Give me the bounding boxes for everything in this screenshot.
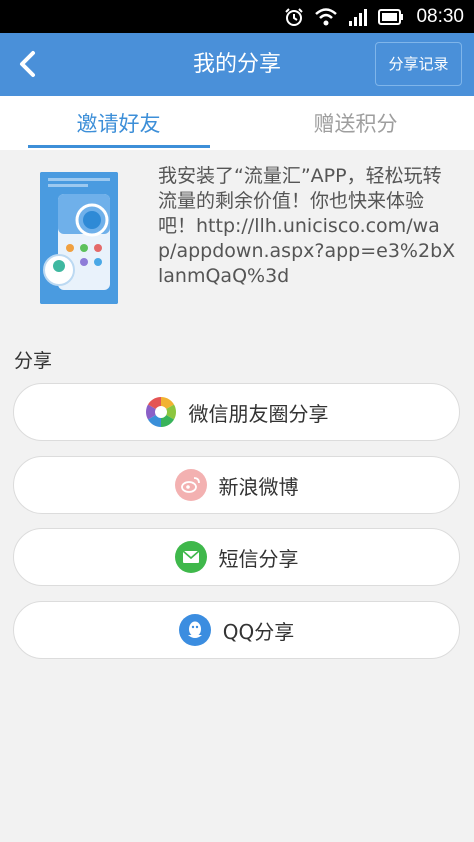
share-button-label: 新浪微博 xyxy=(218,474,299,499)
back-button[interactable] xyxy=(10,47,44,81)
share-section-label: 分享 xyxy=(14,350,53,372)
tab-gift-points[interactable]: 赠送积分 xyxy=(237,96,474,150)
share-history-button[interactable]: 分享记录 xyxy=(375,42,462,86)
sms-share-button[interactable]: 短信分享 xyxy=(13,528,460,586)
weibo-icon xyxy=(174,469,207,501)
chevron-left-icon xyxy=(20,51,35,77)
app-promo-image xyxy=(40,172,118,304)
wechat-moments-share-button[interactable]: 微信朋友圈分享 xyxy=(13,383,460,441)
share-button-label: QQ分享 xyxy=(222,619,295,644)
weibo-share-button[interactable]: 新浪微博 xyxy=(13,456,460,514)
tab-indicator xyxy=(28,145,210,148)
qq-share-button[interactable]: QQ分享 xyxy=(13,601,460,659)
sms-icon xyxy=(174,541,207,573)
share-button-label: 微信朋友圈分享 xyxy=(188,401,329,426)
wifi-icon xyxy=(315,7,338,25)
alarm-icon xyxy=(285,7,304,26)
tab-bar: 邀请好友 赠送积分 xyxy=(0,96,474,150)
qq-icon xyxy=(178,614,211,646)
share-message: 我安装了“流量汇”APP，轻松玩转流量的剩余价值！你也快来体验吧！http://… xyxy=(158,165,456,287)
title-bar: 我的分享 分享记录 xyxy=(0,33,474,96)
battery-icon xyxy=(378,8,404,25)
status-bar: 08:30 xyxy=(0,0,474,33)
wechat-moments-icon xyxy=(145,397,176,427)
tab-invite-friends[interactable]: 邀请好友 xyxy=(0,96,237,150)
share-button-label: 短信分享 xyxy=(218,546,299,571)
status-time: 08:30 xyxy=(416,5,464,27)
signal-icon xyxy=(349,8,368,26)
